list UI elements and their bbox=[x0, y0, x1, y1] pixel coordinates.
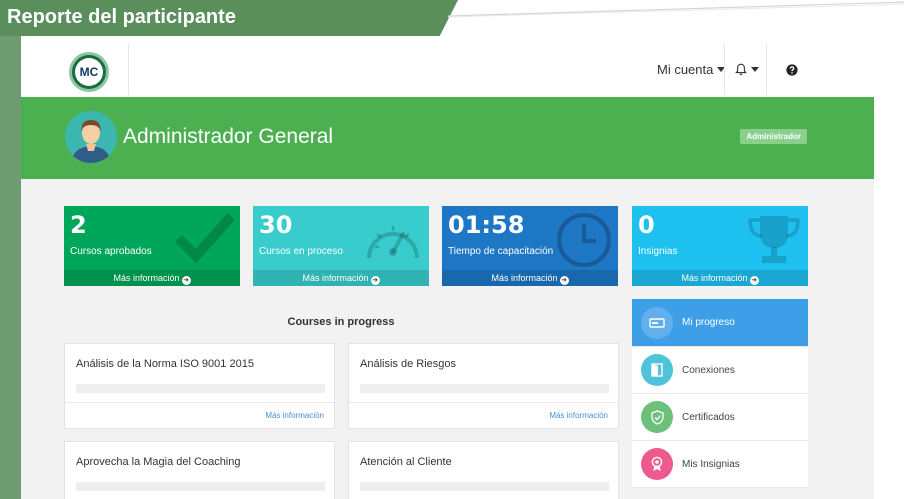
course-card[interactable]: Atención al Cliente bbox=[348, 441, 619, 499]
report-title: Reporte del participante bbox=[7, 6, 236, 28]
more-info-label: Más información bbox=[113, 273, 180, 283]
course-title: Atención al Cliente bbox=[360, 456, 452, 468]
question-circle-icon bbox=[786, 63, 798, 76]
course-progress-bar bbox=[76, 384, 325, 393]
course-more-link[interactable]: Más información bbox=[265, 411, 324, 420]
course-progress-bar bbox=[360, 384, 609, 393]
stat-label: Insignias bbox=[638, 246, 678, 257]
user-name: Administrador General bbox=[123, 125, 334, 148]
more-info-link[interactable]: Más información ➜ bbox=[253, 270, 429, 286]
more-info-label: Más información bbox=[302, 273, 369, 283]
side-menu: Mi progreso Conexiones Certificados Mis … bbox=[632, 299, 808, 488]
screen: Reporte del participante MC Mi cuenta Ad… bbox=[0, 0, 904, 499]
more-info-label: Más información bbox=[681, 273, 748, 283]
stat-value: 01:58 bbox=[448, 211, 525, 239]
account-menu-button[interactable]: Mi cuenta bbox=[657, 42, 726, 97]
course-progress-bar bbox=[360, 482, 609, 491]
check-icon bbox=[174, 212, 234, 264]
course-more-link[interactable]: Más información bbox=[549, 411, 608, 420]
avatar[interactable] bbox=[65, 111, 117, 163]
arrow-circle-right-icon: ➜ bbox=[370, 276, 380, 285]
more-info-link[interactable]: Más información ➜ bbox=[64, 270, 240, 286]
course-card[interactable]: Aprovecha la Magia del Coaching bbox=[64, 441, 335, 499]
courses-section-title: Courses in progress bbox=[287, 316, 395, 328]
shield-check-icon bbox=[641, 401, 673, 433]
side-item-label: Certificados bbox=[682, 411, 735, 423]
stat-value: 0 bbox=[638, 211, 655, 239]
logo-text: MC bbox=[75, 58, 103, 86]
account-menu-label: Mi cuenta bbox=[657, 62, 714, 77]
more-info-label: Más información bbox=[491, 273, 558, 283]
trophy-icon bbox=[748, 216, 800, 263]
stat-tile-in-progress: 30 Cursos en proceso Más información ➜ bbox=[253, 206, 429, 286]
bell-icon bbox=[735, 63, 747, 76]
side-item-mis-insignias[interactable]: Mis Insignias bbox=[632, 441, 808, 488]
award-icon bbox=[641, 448, 673, 480]
logo[interactable]: MC bbox=[69, 52, 109, 92]
course-card[interactable]: Análisis de Riesgos Más información bbox=[348, 343, 619, 429]
navbar-divider bbox=[766, 44, 767, 95]
stat-tile-approved: 2 Cursos aprobados Más información ➜ bbox=[64, 206, 240, 286]
side-item-certificados[interactable]: Certificados bbox=[632, 394, 808, 441]
banner-decoration bbox=[448, 1, 904, 18]
top-navbar: MC Mi cuenta bbox=[21, 42, 874, 97]
stat-value: 2 bbox=[70, 211, 87, 239]
more-info-link[interactable]: Más información ➜ bbox=[442, 270, 618, 286]
side-item-label: Conexiones bbox=[682, 364, 735, 376]
side-item-mi-progreso[interactable]: Mi progreso bbox=[632, 299, 808, 347]
course-title: Análisis de Riesgos bbox=[360, 358, 456, 370]
course-title: Aprovecha la Magia del Coaching bbox=[76, 456, 241, 468]
card-divider bbox=[65, 402, 334, 403]
app-window: MC Mi cuenta Administrador General Admin… bbox=[21, 42, 874, 499]
role-badge: Administrador bbox=[740, 129, 807, 144]
navbar-divider bbox=[128, 44, 129, 95]
stat-label: Cursos aprobados bbox=[70, 246, 152, 257]
clock-icon bbox=[557, 213, 611, 267]
profile-header: Administrador General Administrador bbox=[21, 97, 874, 179]
more-info-link[interactable]: Más información ➜ bbox=[632, 270, 808, 286]
side-item-conexiones[interactable]: Conexiones bbox=[632, 347, 808, 394]
course-card[interactable]: Análisis de la Norma ISO 9001 2015 Más i… bbox=[64, 343, 335, 429]
side-item-label: Mis Insignias bbox=[682, 458, 740, 470]
left-accent-strip bbox=[0, 36, 21, 499]
arrow-circle-right-icon: ➜ bbox=[559, 276, 569, 285]
card-icon bbox=[641, 306, 673, 339]
user-avatar-icon bbox=[65, 111, 117, 163]
door-icon bbox=[641, 354, 673, 386]
help-button[interactable] bbox=[786, 42, 798, 97]
side-item-label: Mi progreso bbox=[682, 317, 735, 328]
stat-tile-badges: 0 Insignias Más información ➜ bbox=[632, 206, 808, 286]
course-title: Análisis de la Norma ISO 9001 2015 bbox=[76, 358, 254, 370]
stat-label: Tiempo de capacitación bbox=[448, 246, 554, 257]
gauge-icon bbox=[367, 226, 419, 259]
course-progress-bar bbox=[76, 482, 325, 491]
stat-value: 30 bbox=[259, 211, 293, 239]
stat-label: Cursos en proceso bbox=[259, 246, 343, 257]
report-banner: Reporte del participante bbox=[0, 0, 458, 36]
arrow-circle-right-icon: ➜ bbox=[749, 276, 759, 285]
chevron-down-icon bbox=[751, 67, 759, 72]
arrow-circle-right-icon: ➜ bbox=[181, 276, 191, 285]
notifications-button[interactable] bbox=[735, 42, 759, 97]
card-divider bbox=[349, 402, 618, 403]
stat-tile-time: 01:58 Tiempo de capacitación Más informa… bbox=[442, 206, 618, 286]
navbar-divider bbox=[724, 44, 725, 95]
